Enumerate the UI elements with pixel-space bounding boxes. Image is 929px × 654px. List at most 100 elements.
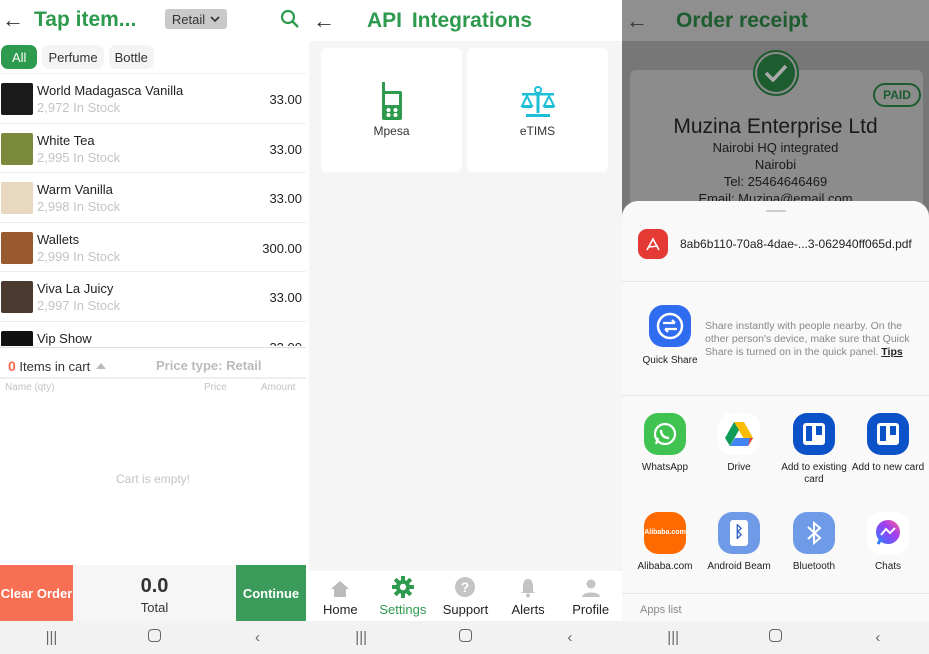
total-value: 0.0 (140, 575, 169, 597)
product-thumbnail (1, 231, 33, 264)
product-name: Wallets (37, 231, 80, 247)
product-price: 33.00 (269, 92, 302, 107)
share-android-beam[interactable]: ᛒ Android Beam (702, 512, 776, 573)
product-row[interactable]: Warm Vanilla 2,998 In Stock 33.00 (0, 173, 306, 223)
recents-icon[interactable]: ||| (658, 629, 688, 646)
phone-icon (381, 82, 402, 120)
house-icon (331, 581, 350, 597)
home-icon[interactable] (760, 629, 790, 646)
system-nav-bar: ||| ‹ (309, 621, 622, 654)
nav-settings[interactable]: Settings (373, 571, 433, 621)
bottom-navigation: Home Settings ? Support Alerts Profile (309, 571, 622, 621)
clear-order-button[interactable]: Clear Order (0, 565, 73, 621)
back-icon[interactable]: ‹ (863, 629, 893, 646)
category-chips: All Perfume Bottle (1, 45, 154, 69)
product-name: World Madagasca Vanilla (37, 83, 184, 98)
divider (622, 395, 929, 396)
etims-card[interactable]: eTIMS (467, 48, 608, 172)
product-name: Viva La Juicy (37, 281, 114, 296)
product-row[interactable]: World Madagasca Vanilla 2,972 In Stock 33.… (0, 74, 306, 124)
mpesa-card[interactable]: Mpesa (321, 48, 462, 172)
back-arrow-icon[interactable]: ← (2, 7, 28, 33)
back-icon[interactable]: ‹ (555, 629, 585, 646)
alibaba-icon: Alibaba.com (644, 512, 686, 554)
chip-all[interactable]: All (1, 45, 38, 69)
paid-badge: PAID (873, 83, 921, 107)
page-title: Tap item... (34, 8, 137, 31)
cart-summary-bar[interactable]: 0 Items in cart Price type: Retail (0, 347, 306, 379)
svg-text:?: ? (461, 579, 470, 595)
divider (622, 281, 929, 282)
cart-count: 0 Items in cart (8, 358, 107, 374)
help-circle-icon: ? (455, 577, 476, 597)
nav-support[interactable]: ? Support (435, 571, 495, 621)
nav-alerts[interactable]: Alerts (498, 571, 558, 621)
pdf-icon (638, 229, 668, 259)
share-alibaba[interactable]: Alibaba.com Alibaba.com (628, 512, 702, 573)
drive-icon (718, 413, 760, 455)
share-whatsapp[interactable]: WhatsApp (628, 413, 702, 474)
scale-icon (519, 86, 556, 117)
nav-label: Home (322, 602, 358, 617)
quick-share-label: Quick Share (642, 355, 698, 366)
share-add-existing-card[interactable]: Add to existing card (777, 413, 851, 486)
product-row[interactable]: Vip Show 33.00 (0, 322, 306, 346)
file-name: 8ab6b110-70a8-4dae-...3-062940ff065d.pdf (680, 237, 912, 251)
nav-home[interactable]: Home (310, 571, 370, 621)
nav-label: Support (442, 602, 489, 617)
share-bluetooth[interactable]: Bluetooth (777, 512, 851, 573)
recents-icon[interactable]: ||| (37, 629, 67, 646)
bluetooth-icon (793, 512, 835, 554)
product-row[interactable]: Wallets 2,999 In Stock 300.00 (0, 223, 306, 272)
app-label: Add to new card (851, 462, 925, 473)
tips-link[interactable]: Tips (881, 346, 902, 358)
search-icon[interactable] (279, 8, 301, 30)
mpesa-label: Mpesa (373, 124, 410, 138)
app-label: Alibaba.com (637, 561, 693, 572)
shared-file: 8ab6b110-70a8-4dae-...3-062940ff065d.pdf (638, 229, 912, 259)
share-add-new-card[interactable]: Add to new card (851, 413, 925, 474)
phone-line: Tel: 25464646469 (723, 174, 828, 189)
product-name: White Tea (37, 132, 95, 148)
app-label: Android Beam (707, 561, 771, 572)
chevron-down-icon (210, 15, 220, 22)
home-icon[interactable] (140, 629, 170, 646)
back-arrow-icon[interactable]: ← (313, 8, 339, 34)
android-beam-icon: ᛒ (718, 512, 760, 554)
app-label: Add to existing card (781, 462, 847, 485)
quick-share-button[interactable]: Quick Share (642, 305, 698, 366)
continue-button[interactable]: Continue (236, 565, 306, 621)
product-row[interactable]: Viva La Juicy 2,997 In Stock 33.00 (0, 272, 306, 322)
nav-profile[interactable]: Profile (561, 571, 621, 621)
divider (622, 593, 929, 594)
product-stock: 2,997 In Stock (37, 298, 121, 313)
recents-icon[interactable]: ||| (346, 629, 376, 646)
product-name: Warm Vanilla (37, 182, 113, 197)
chip-perfume[interactable]: Perfume (42, 45, 104, 69)
caret-up-icon (96, 363, 107, 369)
chip-bottle[interactable]: Bottle (108, 45, 154, 69)
product-row[interactable]: White Tea 2,995 In Stock 33.00 (0, 124, 306, 173)
product-stock: 2,999 In Stock (37, 248, 121, 264)
product-price: 33.00 (269, 191, 302, 206)
back-arrow-icon[interactable]: ← (626, 8, 652, 34)
whatsapp-icon (644, 413, 686, 455)
api-integrations-screen: ← API Integrations Mpesa eTIMS Home Sett… (309, 0, 622, 654)
price-type-dropdown[interactable]: Retail (165, 9, 227, 29)
gear-icon (391, 576, 414, 598)
app-label: Bluetooth (792, 561, 836, 572)
share-chats[interactable]: Chats (851, 512, 925, 573)
success-check (753, 50, 799, 96)
total-label: Total (140, 600, 169, 615)
sheet-handle[interactable] (766, 210, 786, 212)
col-amount: Amount (261, 382, 296, 393)
back-icon[interactable]: ‹ (243, 629, 273, 646)
check-icon (764, 64, 788, 82)
home-icon[interactable] (450, 629, 480, 646)
city-line: Nairobi (754, 157, 797, 172)
col-price: Price (204, 382, 227, 393)
share-drive[interactable]: Drive (702, 413, 776, 474)
price-type-label: Price type: Retail (156, 358, 262, 373)
product-price: 33.00 (269, 141, 302, 157)
product-price: 33.00 (269, 290, 302, 305)
